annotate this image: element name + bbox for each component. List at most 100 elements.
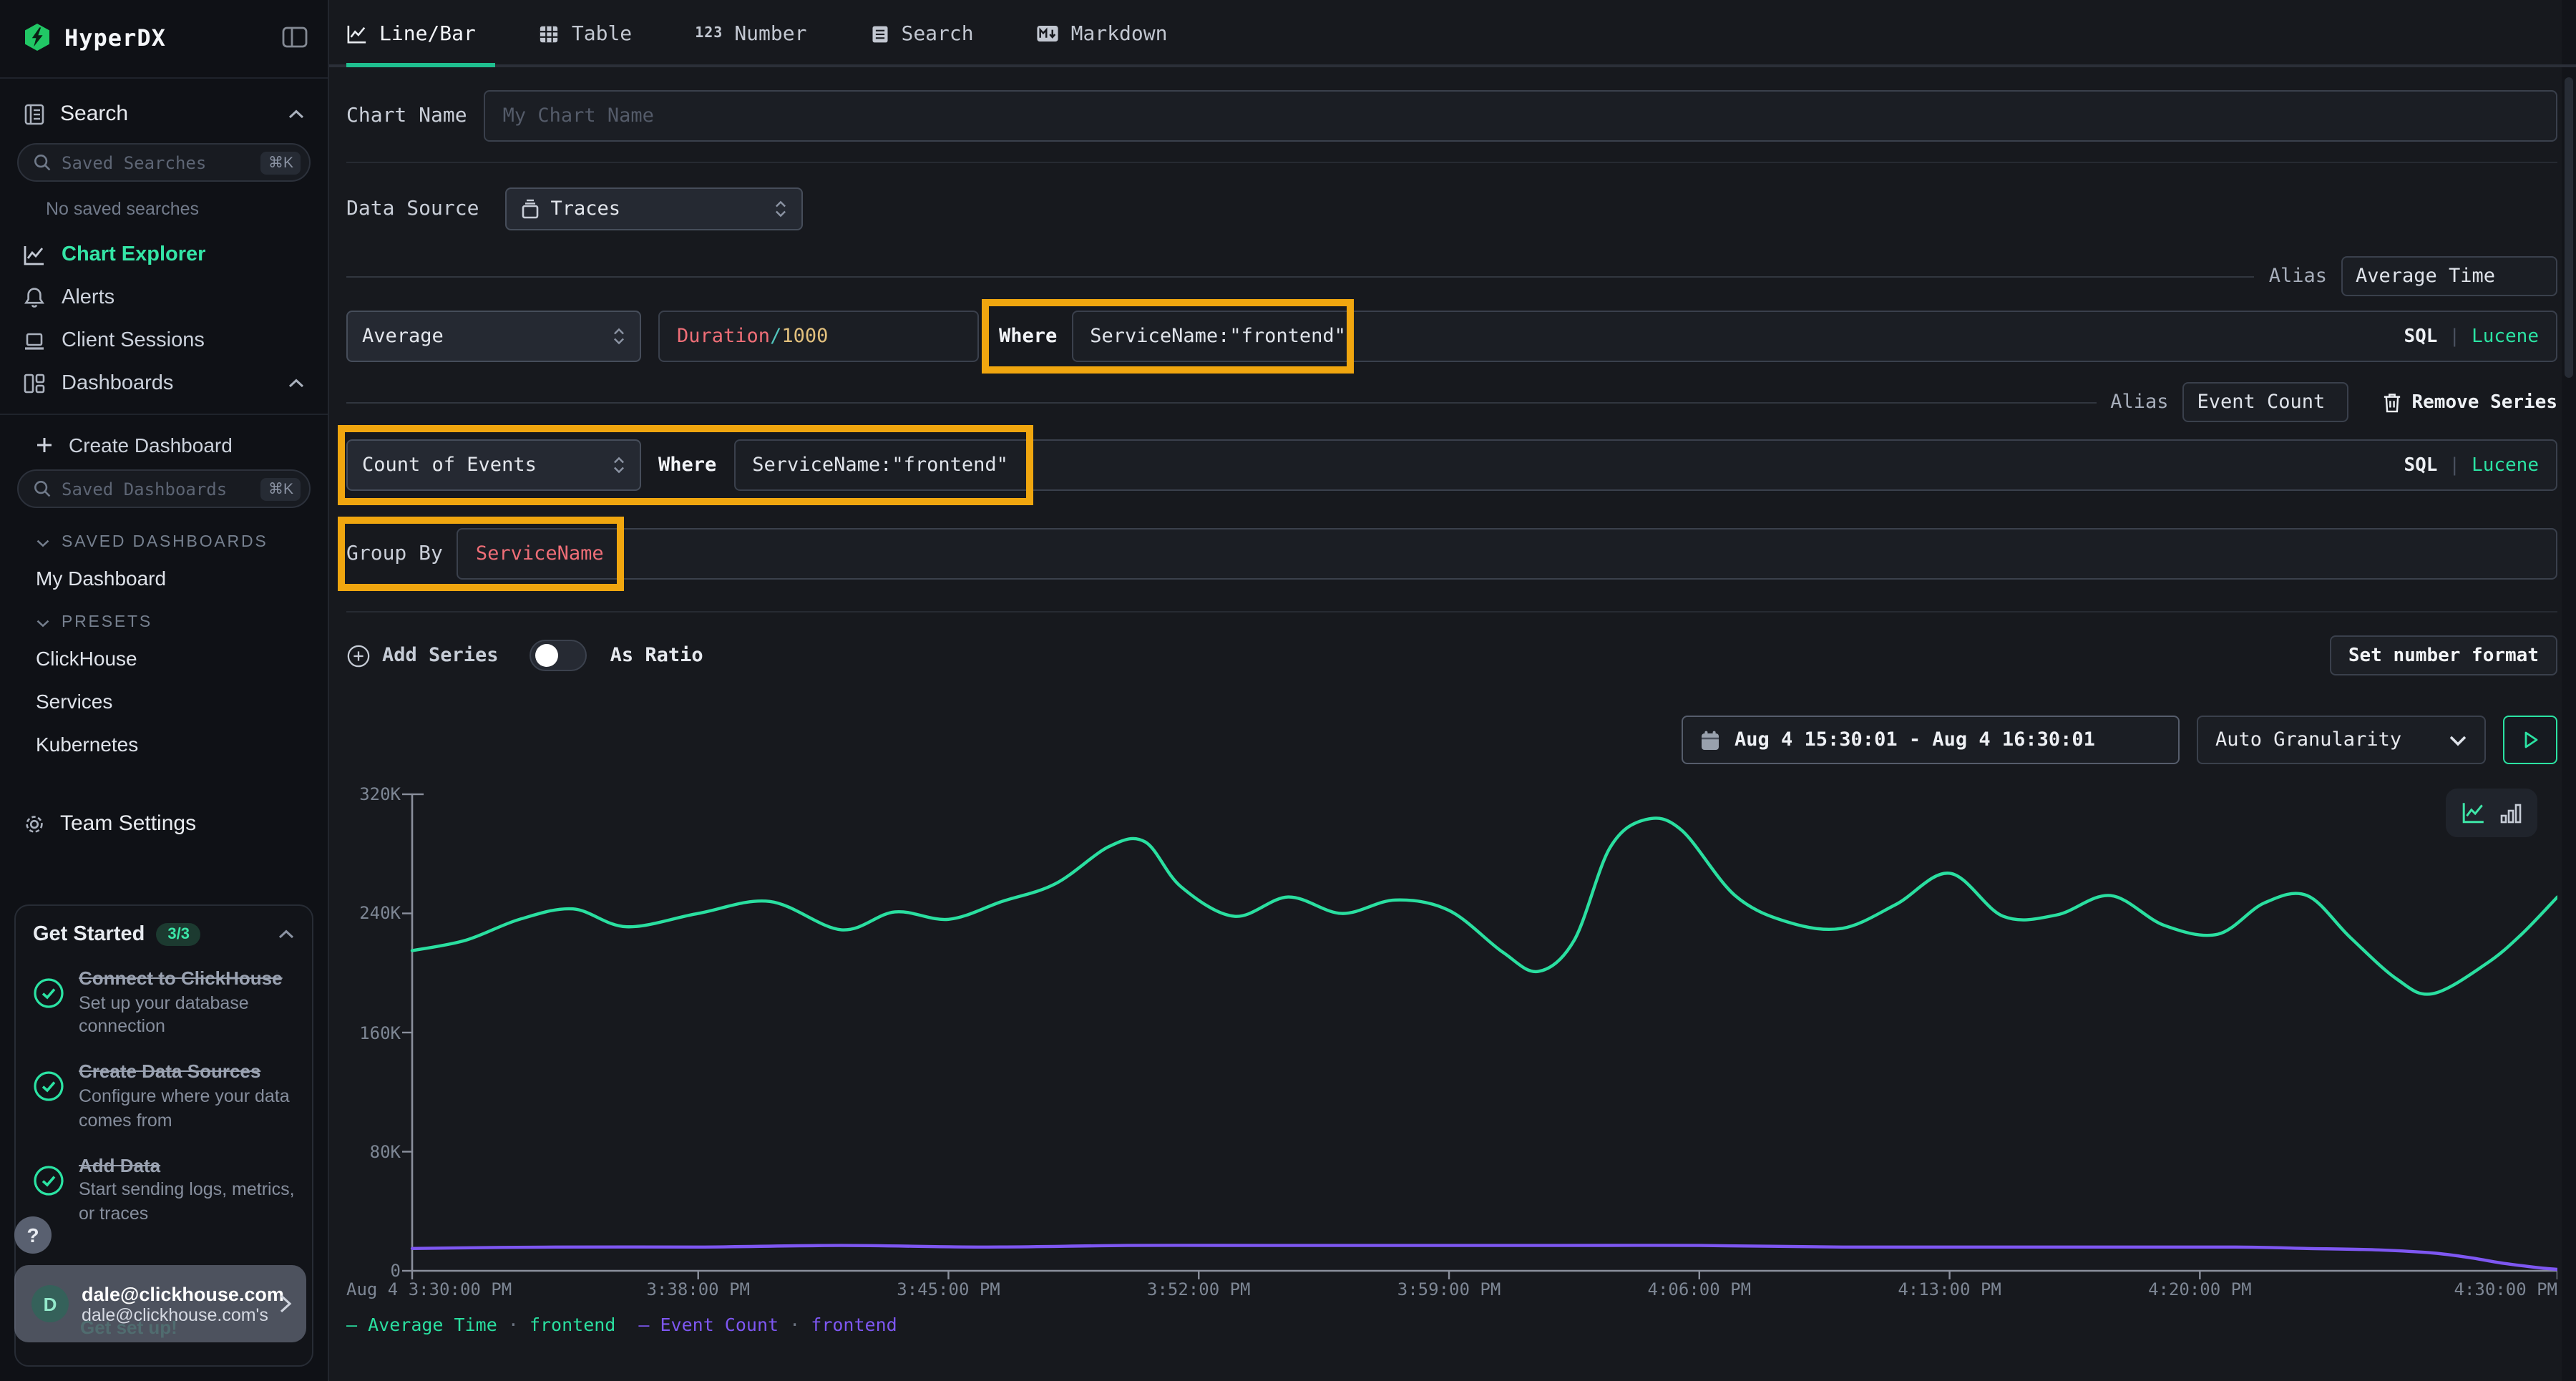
series-2-row: Count of Events Where ServiceName:"front… — [346, 439, 2557, 491]
logo-row: HyperDX — [0, 0, 328, 69]
sidebar-item-chart-explorer[interactable]: Chart Explorer — [0, 233, 328, 276]
series-1-alias-input[interactable] — [2341, 256, 2557, 296]
plus-circle-icon — [346, 643, 371, 668]
as-ratio-label: As Ratio — [610, 644, 703, 667]
sql-toggle[interactable]: SQL — [2404, 454, 2437, 476]
trash-icon — [2384, 391, 2402, 413]
sidebar-divider — [0, 414, 328, 415]
as-ratio-toggle[interactable] — [530, 640, 587, 671]
legend-entry[interactable]: — Event Count · frontend — [638, 1314, 897, 1335]
series-1-field-input[interactable]: Duration/1000 — [658, 311, 979, 362]
set-number-format-button[interactable]: Set number format — [2330, 635, 2557, 675]
granularity-value: Auto Granularity — [2215, 728, 2401, 751]
sidebar-item-alerts[interactable]: Alerts — [0, 276, 328, 319]
select-updown-icon — [774, 199, 786, 219]
avatar: D — [31, 1285, 69, 1322]
chart-name-input[interactable] — [484, 90, 2557, 142]
bar-chart-icon[interactable] — [2500, 802, 2522, 824]
line-chart-icon[interactable] — [2462, 801, 2486, 824]
series-2-alias-input[interactable] — [2183, 382, 2349, 422]
language-switch: SQL | Lucene — [2404, 326, 2539, 347]
add-series-button[interactable]: Add Series — [346, 643, 499, 668]
sidebar-item-label: Client Sessions — [62, 329, 205, 352]
shortcut-badge: ⌘K — [261, 151, 301, 174]
no-saved-searches-note: No saved searches — [0, 193, 328, 233]
x-axis-tick-label: 3:59:00 PM — [1397, 1279, 1501, 1299]
series-2-aggregation-select[interactable]: Count of Events — [346, 439, 641, 491]
tab-label: Line/Bar — [379, 22, 476, 45]
sidebar-item-label: Chart Explorer — [62, 243, 205, 266]
chart-name-row: Chart Name — [346, 90, 2557, 142]
data-source-row: Data Source Traces — [346, 187, 2557, 230]
search-icon — [33, 153, 52, 172]
remove-series-label: Remove Series — [2412, 391, 2558, 413]
series-1-aggregation-select[interactable]: Average — [346, 311, 641, 362]
chart-name-label: Chart Name — [346, 104, 467, 127]
tab-line-bar[interactable]: Line/Bar — [346, 0, 476, 64]
chevron-up-icon[interactable] — [288, 378, 305, 389]
preset-link-clickhouse[interactable]: ClickHouse — [0, 637, 328, 680]
sql-toggle[interactable]: SQL — [2404, 326, 2437, 347]
dashboard-link-my-dashboard[interactable]: My Dashboard — [0, 557, 328, 600]
saved-searches-input[interactable] — [62, 152, 251, 172]
granularity-select[interactable]: Auto Granularity — [2197, 716, 2486, 764]
tab-label: Search — [901, 22, 973, 45]
alias-label: Alias — [2110, 391, 2168, 414]
alias-row-2: Alias Remove Series — [346, 382, 2557, 422]
tab-label: Table — [572, 22, 632, 45]
x-axis-tick-label: 3:52:00 PM — [1147, 1279, 1251, 1299]
sidebar-item-team-settings[interactable]: Team Settings — [0, 797, 328, 850]
create-dashboard-button[interactable]: Create Dashboard — [0, 424, 328, 467]
data-source-select[interactable]: Traces — [504, 187, 802, 230]
get-started-item[interactable]: Add Data Start sending logs, metrics, or… — [33, 1153, 295, 1226]
tab-markdown[interactable]: Markdown — [1037, 0, 1168, 64]
get-started-item-title: Connect to ClickHouse — [79, 966, 295, 991]
chart-toolbar: Aug 4 15:30:01 - Aug 4 16:30:01 Auto Gra… — [346, 716, 2557, 764]
sidebar-item-dashboards[interactable]: Dashboards — [0, 362, 328, 405]
shortcut-badge: ⌘K — [261, 477, 301, 500]
group-by-input[interactable]: ServiceName — [457, 528, 2557, 580]
presets-group-header[interactable]: PRESETS — [0, 600, 328, 637]
series-1-row: Average Duration/1000 Where ServiceName:… — [346, 311, 2557, 362]
saved-dashboards-input-wrap: ⌘K — [17, 469, 311, 508]
sidebar-item-client-sessions[interactable]: Client Sessions — [0, 319, 328, 362]
tab-table[interactable]: Table — [539, 0, 632, 64]
remove-series-button[interactable]: Remove Series — [2384, 391, 2558, 413]
lucene-toggle[interactable]: Lucene — [2472, 326, 2539, 347]
help-button[interactable]: ? — [14, 1216, 52, 1254]
add-series-label: Add Series — [382, 644, 499, 667]
chevron-up-icon[interactable] — [288, 108, 305, 119]
sidebar-section-search[interactable]: Search — [0, 87, 328, 140]
series-1-where-input[interactable]: ServiceName:"frontend" SQL | Lucene — [1071, 311, 2557, 362]
calendar-icon — [1700, 729, 1720, 751]
operator-token: / — [770, 325, 781, 348]
date-range-value: Aug 4 15:30:01 - Aug 4 16:30:01 — [1735, 728, 2095, 751]
bell-icon — [23, 286, 46, 309]
pipe-separator: | — [2449, 326, 2460, 347]
series-2-where-input[interactable]: ServiceName:"frontend" SQL | Lucene — [733, 439, 2557, 491]
sidebar-collapse-icon[interactable] — [282, 26, 308, 49]
get-started-item[interactable]: Connect to ClickHouse Set up your databa… — [33, 966, 295, 1040]
user-menu[interactable]: D dale@clickhouse.com dale@clickhouse.co… — [14, 1265, 306, 1342]
tab-number[interactable]: 123 Number — [695, 0, 806, 64]
legend-entry[interactable]: — Average Time · frontend — [346, 1314, 615, 1335]
database-icon — [520, 199, 539, 219]
chevron-up-icon[interactable] — [278, 929, 295, 940]
language-switch: SQL | Lucene — [2404, 454, 2539, 476]
run-query-button[interactable] — [2503, 716, 2557, 764]
tab-search[interactable]: Search — [869, 0, 973, 64]
saved-dashboards-group-header[interactable]: SAVED DASHBOARDS — [0, 519, 328, 557]
legend-group-name: frontend — [530, 1314, 615, 1335]
timeseries-plot[interactable] — [346, 776, 2557, 1279]
preset-link-services[interactable]: Services — [0, 680, 328, 723]
aggregation-value: Average — [362, 325, 444, 348]
x-axis-tick-label: 4:06:00 PM — [1648, 1279, 1752, 1299]
saved-dashboards-input[interactable] — [62, 479, 251, 499]
lucene-toggle[interactable]: Lucene — [2472, 454, 2539, 476]
user-email: dale@clickhouse.com — [82, 1283, 266, 1304]
get-started-item[interactable]: Create Data Sources Configure where your… — [33, 1060, 295, 1133]
where-label: Where — [658, 454, 716, 477]
date-range-picker[interactable]: Aug 4 15:30:01 - Aug 4 16:30:01 — [1682, 716, 2180, 764]
preset-link-kubernetes[interactable]: Kubernetes — [0, 723, 328, 766]
chevron-down-icon — [36, 537, 50, 547]
